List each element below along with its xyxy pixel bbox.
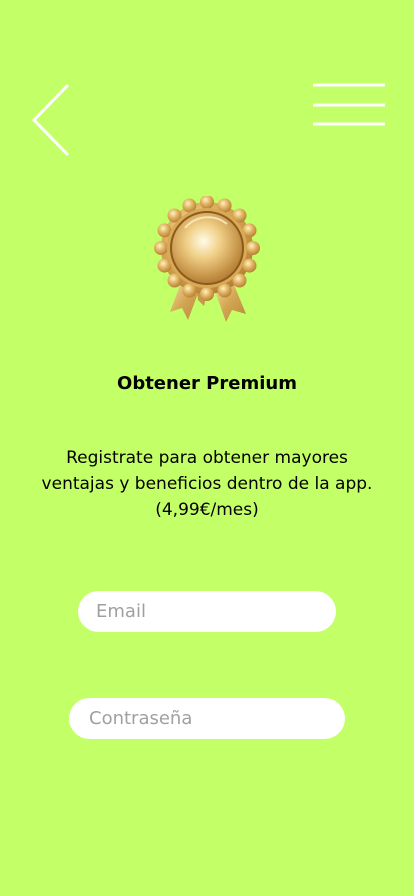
premium-description: Registrate para obtener mayores ventajas… xyxy=(41,448,373,520)
chevron-left-icon xyxy=(31,83,70,157)
password-field[interactable] xyxy=(69,698,345,739)
gold-medal-icon xyxy=(154,195,260,322)
page-title: Obtener Premium xyxy=(117,373,297,394)
back-button[interactable] xyxy=(28,82,74,158)
email-field[interactable] xyxy=(78,591,336,632)
premium-medal xyxy=(152,195,262,326)
hamburger-menu-icon xyxy=(313,83,385,126)
menu-button[interactable] xyxy=(312,82,386,128)
